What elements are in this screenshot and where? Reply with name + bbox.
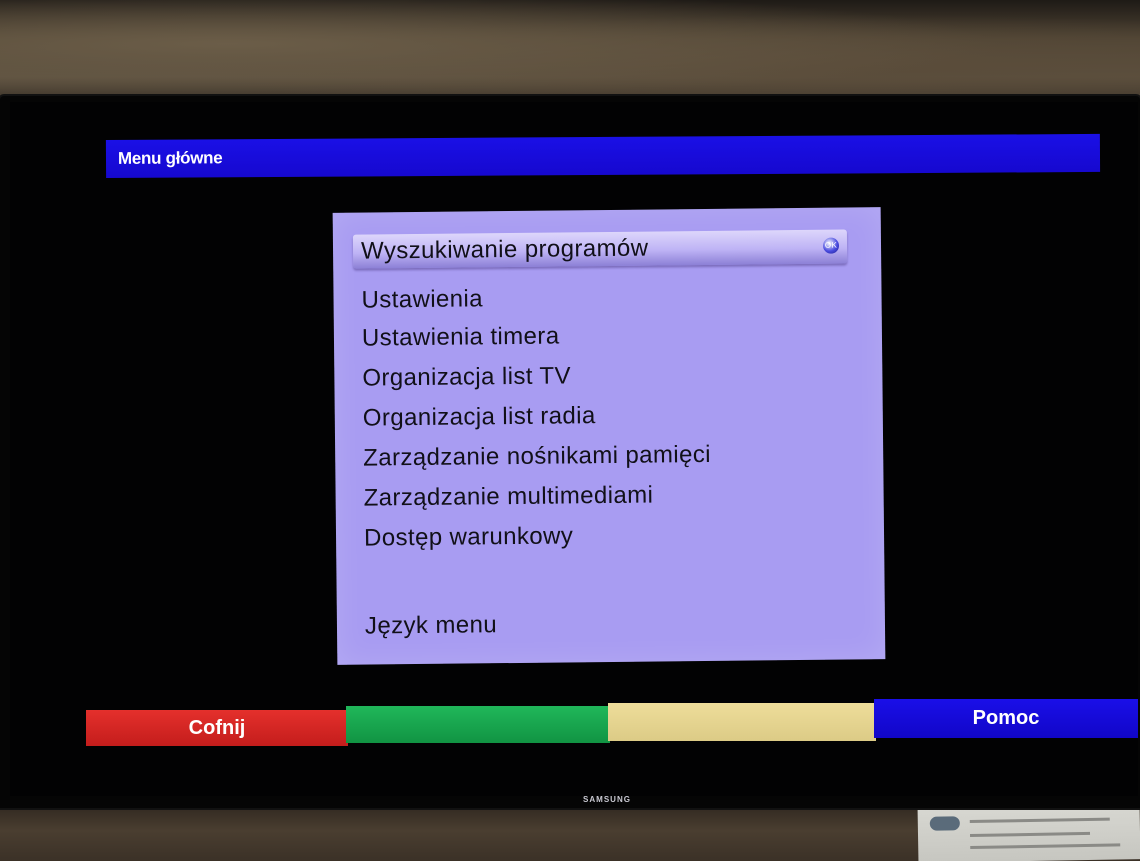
photo-scene: Menu główne Wyszukiwanie programów OK Us… xyxy=(0,0,1140,861)
tv-brand-logo: SAMSUNG xyxy=(583,795,631,804)
main-menu: Wyszukiwanie programów OK Ustawienia Ust… xyxy=(332,207,886,665)
paper-logo-icon xyxy=(929,816,960,831)
menu-item-conditional-access[interactable]: Dostęp warunkowy xyxy=(364,522,573,552)
wall-background xyxy=(0,0,1140,110)
yellow-button[interactable] xyxy=(608,703,876,741)
title-bar: Menu główne xyxy=(105,133,1101,178)
ok-icon: OK xyxy=(822,237,840,254)
page-title: Menu główne xyxy=(117,148,223,168)
green-button[interactable] xyxy=(346,706,610,743)
paper-text-line xyxy=(970,843,1121,850)
paper-text-line xyxy=(970,831,1091,838)
menu-item-multimedia-management[interactable]: Zarządzanie multimediami xyxy=(363,482,653,513)
menu-item-program-search[interactable]: Wyszukiwanie programów OK xyxy=(352,229,848,269)
menu-item-label: Wyszukiwanie programów xyxy=(360,234,649,265)
help-button[interactable]: Pomoc xyxy=(874,699,1138,738)
menu-item-storage-management[interactable]: Zarządzanie nośnikami pamięci xyxy=(363,441,711,473)
menu-item-tv-lists[interactable]: Organizacja list TV xyxy=(362,362,571,392)
back-button[interactable]: Cofnij xyxy=(86,710,348,746)
menu-item-settings[interactable]: Ustawienia xyxy=(361,285,483,314)
menu-item-timer-settings[interactable]: Ustawienia timera xyxy=(362,323,560,353)
menu-item-menu-language[interactable]: Język menu xyxy=(365,611,497,640)
paper-text-line xyxy=(969,817,1110,824)
paper-document xyxy=(917,803,1140,861)
menu-item-radio-lists[interactable]: Organizacja list radia xyxy=(363,402,596,432)
